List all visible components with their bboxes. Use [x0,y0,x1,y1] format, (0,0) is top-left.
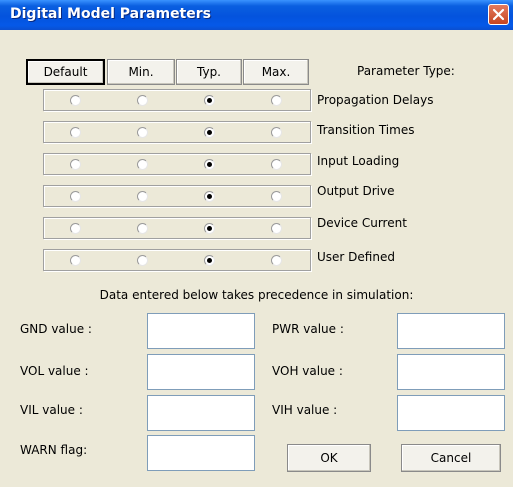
radio-propagation-delays-max[interactable] [271,95,282,106]
warn-label: WARN flag: [20,443,88,457]
radio-dot [207,194,212,199]
param-label-propagation-delays: Propagation Delays [317,93,434,107]
radio-row-input-loading [43,153,311,175]
parameter-type-label: Parameter Type: [357,64,455,78]
max-button[interactable]: Max. [243,59,309,85]
pwr-label: PWR value : [272,322,344,336]
radio-user-defined-typ[interactable] [204,255,215,266]
radio-output-drive-max[interactable] [271,191,282,202]
radio-transition-times-typ[interactable] [204,127,215,138]
typ-button-label: Typ. [197,65,221,79]
radio-row-transition-times [43,121,311,143]
radio-input-loading-typ[interactable] [204,159,215,170]
cancel-button[interactable]: Cancel [401,444,501,472]
radio-user-defined-default[interactable] [70,255,81,266]
cancel-button-label: Cancel [430,451,472,465]
precedence-note: Data entered below takes precedence in s… [99,288,414,302]
pwr-value-input[interactable] [397,313,505,349]
param-label-transition-times: Transition Times [317,123,415,137]
voh-label: VOH value : [272,364,343,378]
radio-device-current-max[interactable] [271,223,282,234]
radio-dot [207,130,212,135]
gnd-value-input[interactable] [147,313,255,349]
radio-row-user-defined [43,249,311,271]
gnd-label: GND value : [20,322,92,336]
min-button[interactable]: Min. [107,59,175,85]
ok-button[interactable]: OK [287,444,371,472]
param-label-device-current: Device Current [317,216,407,230]
radio-propagation-delays-typ[interactable] [204,95,215,106]
close-button[interactable] [488,4,509,25]
radio-output-drive-default[interactable] [70,191,81,202]
radio-dot [207,162,212,167]
param-label-user-defined: User Defined [317,250,395,264]
vil-value-input[interactable] [147,395,255,431]
vil-label: VIL value : [20,403,83,417]
warn-flag-input[interactable] [147,435,255,471]
radio-transition-times-min[interactable] [137,127,148,138]
radio-propagation-delays-default[interactable] [70,95,81,106]
param-label-output-drive: Output Drive [317,184,395,198]
radio-device-current-default[interactable] [70,223,81,234]
radio-dot [207,226,212,231]
radio-dot [207,258,212,263]
radio-input-loading-max[interactable] [271,159,282,170]
radio-row-output-drive [43,185,311,207]
min-button-label: Min. [128,65,154,79]
radio-device-current-min[interactable] [137,223,148,234]
radio-input-loading-default[interactable] [70,159,81,170]
typ-button[interactable]: Typ. [176,59,242,85]
radio-dot [207,98,212,103]
max-button-label: Max. [261,65,291,79]
radio-transition-times-default[interactable] [70,127,81,138]
title-bar: Digital Model Parameters [0,0,513,30]
radio-input-loading-min[interactable] [137,159,148,170]
default-button-label: Default [43,65,88,79]
vol-value-input[interactable] [147,354,255,390]
radio-transition-times-max[interactable] [271,127,282,138]
radio-row-device-current [43,217,311,239]
default-button[interactable]: Default [26,59,105,85]
vol-label: VOL value : [20,364,89,378]
param-label-input-loading: Input Loading [317,154,400,168]
radio-output-drive-min[interactable] [137,191,148,202]
radio-output-drive-typ[interactable] [204,191,215,202]
ok-button-label: OK [320,451,338,465]
radio-propagation-delays-min[interactable] [137,95,148,106]
window-title: Digital Model Parameters [10,6,211,22]
voh-value-input[interactable] [397,354,505,390]
vih-label: VIH value : [272,403,338,417]
radio-device-current-typ[interactable] [204,223,215,234]
vih-value-input[interactable] [397,395,505,431]
radio-row-propagation-delays [43,89,311,111]
radio-user-defined-max[interactable] [271,255,282,266]
close-icon [492,8,505,21]
radio-user-defined-min[interactable] [137,255,148,266]
